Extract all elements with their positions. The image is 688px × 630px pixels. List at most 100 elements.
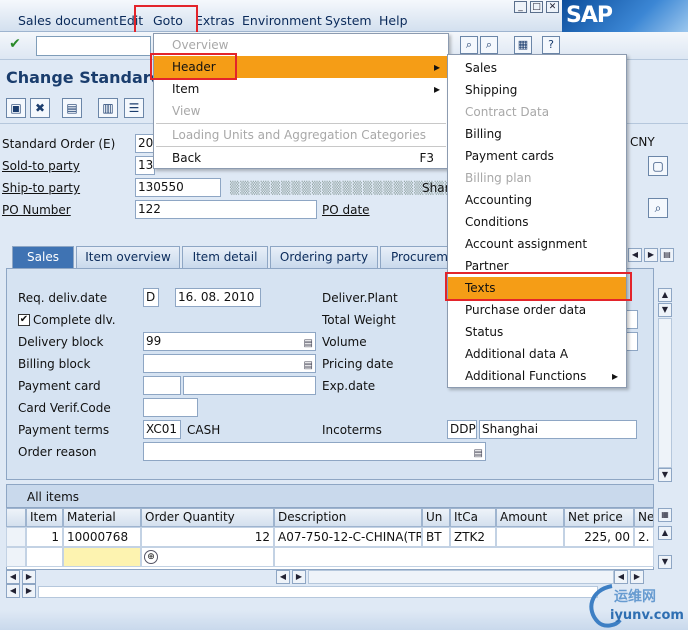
page-scroll-right-icon[interactable]: ▶	[22, 584, 36, 598]
menu-help[interactable]: Help	[379, 13, 408, 28]
menu-system[interactable]: System	[325, 13, 372, 28]
table-scroll-up-icon[interactable]: ▲	[658, 526, 672, 540]
goto-loading-units[interactable]: Loading Units and Aggregation Categories	[154, 124, 448, 146]
row-selector[interactable]	[6, 527, 26, 547]
col-header-itca[interactable]: ItCa	[450, 508, 496, 527]
header-conditions[interactable]: Conditions	[448, 211, 626, 233]
panel-scroll-track[interactable]	[658, 318, 672, 468]
page-hscroll-track[interactable]	[38, 586, 598, 598]
cell-item-empty[interactable]	[26, 547, 63, 567]
tab-item-detail[interactable]: Item detail	[182, 246, 268, 268]
col-header-order-quantity[interactable]: Order Quantity	[141, 508, 274, 527]
req-deliv-date-field[interactable]: 16. 08. 2010	[175, 288, 261, 307]
cell-empty-rest[interactable]	[274, 547, 654, 567]
header-billing-plan[interactable]: Billing plan	[448, 167, 626, 189]
tab-scroll-left-icon[interactable]: ◀	[628, 248, 642, 262]
table-first-col-right-icon[interactable]: ▶	[22, 570, 36, 584]
f4-help-icon[interactable]: ▤	[474, 445, 483, 460]
cell-material[interactable]: 10000768	[63, 527, 141, 547]
panel-scroll-end-icon[interactable]: ▼	[658, 468, 672, 482]
table-columns-icon[interactable]: ▦	[658, 508, 672, 522]
close-icon[interactable]: ✕	[546, 1, 559, 13]
payment-card-number-field[interactable]	[183, 376, 316, 395]
cell-order-quantity[interactable]: 12	[141, 527, 274, 547]
cell-ne[interactable]: 2.	[634, 527, 654, 547]
cell-material-empty[interactable]	[63, 547, 141, 567]
cell-amount[interactable]	[496, 527, 564, 547]
po-number-field[interactable]: 122	[135, 200, 317, 219]
col-header-item[interactable]: Item	[26, 508, 63, 527]
sold-to-field[interactable]: 13	[135, 156, 155, 175]
cell-un[interactable]: BT	[422, 527, 450, 547]
goto-view[interactable]: View	[154, 100, 448, 122]
tab-item-overview[interactable]: Item overview	[76, 246, 180, 268]
header-billing[interactable]: Billing	[448, 123, 626, 145]
tab-ordering-party[interactable]: Ordering party	[270, 246, 378, 268]
cell-itca[interactable]: ZTK2	[450, 527, 496, 547]
card-verif-code-field[interactable]	[143, 398, 198, 417]
header-shipping[interactable]: Shipping	[448, 79, 626, 101]
tab-procurement[interactable]: Procurement	[380, 246, 450, 268]
f4-help-icon[interactable]: ▤	[304, 335, 313, 350]
delete-doc-icon[interactable]: ✖	[30, 98, 50, 118]
po-detail-icon[interactable]: ⌕	[648, 198, 668, 218]
menu-extras[interactable]: Extras	[195, 13, 235, 28]
find-icon[interactable]: ⌕	[460, 36, 478, 54]
table-scroll-down-icon[interactable]: ▼	[658, 555, 672, 569]
cell-order-quantity-empty[interactable]: ⊕	[141, 547, 274, 567]
col-header-description[interactable]: Description	[274, 508, 422, 527]
panel-scroll-down-icon[interactable]: ▼	[658, 303, 672, 317]
col-header-amount[interactable]: Amount	[496, 508, 564, 527]
complete-dlv-checkbox[interactable]: ✔	[18, 314, 30, 326]
cell-item[interactable]: 1	[26, 527, 63, 547]
find-next-icon[interactable]: ⌕	[480, 36, 498, 54]
header-sales[interactable]: Sales	[448, 57, 626, 79]
table-hscroll-track[interactable]	[308, 570, 614, 584]
display-doc-icon[interactable]: ▣	[6, 98, 26, 118]
col-header-material[interactable]: Material	[63, 508, 141, 527]
table-scroll-right-icon[interactable]: ▶	[292, 570, 306, 584]
header-additional-data-a[interactable]: Additional data A	[448, 343, 626, 365]
header-doc-icon[interactable]: ▤	[62, 98, 82, 118]
order-number-field[interactable]: 20	[135, 134, 155, 153]
col-header-un[interactable]: Un	[422, 508, 450, 527]
goto-item[interactable]: Item ▸	[154, 78, 448, 100]
header-status[interactable]: Status	[448, 321, 626, 343]
header-additional-functions[interactable]: Additional Functions ▸	[448, 365, 626, 387]
payment-card-type-field[interactable]	[143, 376, 181, 395]
menu-sales-document[interactable]: Sales document	[18, 13, 118, 28]
minimize-icon[interactable]: _	[514, 1, 527, 13]
item-doc-icon[interactable]: ▥	[98, 98, 118, 118]
incoterms-place-field[interactable]: Shanghai	[479, 420, 637, 439]
page-scroll-left-icon[interactable]: ◀	[6, 584, 20, 598]
layout-icon[interactable]: ▦	[514, 36, 532, 54]
tab-sales[interactable]: Sales	[12, 246, 74, 268]
col-header-net-price[interactable]: Net price	[564, 508, 634, 527]
tab-list-icon[interactable]: ▤	[660, 248, 674, 262]
cell-description[interactable]: A07-750-12-C-CHINA(TRAD	[274, 527, 422, 547]
row-selector[interactable]	[6, 547, 26, 567]
partner-doc-icon[interactable]: ☰	[124, 98, 144, 118]
f4-help-icon[interactable]: ▤	[304, 357, 313, 372]
header-contract-data[interactable]: Contract Data	[448, 101, 626, 123]
col-header-ne[interactable]: Ne	[634, 508, 654, 527]
order-reason-field[interactable]: ▤	[143, 442, 486, 461]
table-scroll-left-icon[interactable]: ◀	[276, 570, 290, 584]
table-first-col-left-icon[interactable]: ◀	[6, 570, 20, 584]
menu-environment[interactable]: Environment	[242, 13, 322, 28]
tab-scroll-right-icon[interactable]: ▶	[644, 248, 658, 262]
header-account-assignment[interactable]: Account assignment	[448, 233, 626, 255]
header-payment-cards[interactable]: Payment cards	[448, 145, 626, 167]
goto-back[interactable]: Back F3	[154, 147, 448, 169]
f4-help-icon[interactable]: ⊕	[144, 550, 158, 564]
header-purchase-order-data[interactable]: Purchase order data	[448, 299, 626, 321]
ship-to-field[interactable]: 130550	[135, 178, 221, 197]
row-selector-header[interactable]	[6, 508, 26, 527]
ship-to-detail-icon[interactable]: ▢	[648, 156, 668, 176]
billing-block-field[interactable]: ▤	[143, 354, 316, 373]
header-accounting[interactable]: Accounting	[448, 189, 626, 211]
req-deliv-date-type-field[interactable]: D	[143, 288, 159, 307]
enter-icon[interactable]: ✔	[6, 36, 24, 54]
command-field[interactable]	[36, 36, 151, 56]
payment-terms-field[interactable]: XC01	[143, 420, 181, 439]
